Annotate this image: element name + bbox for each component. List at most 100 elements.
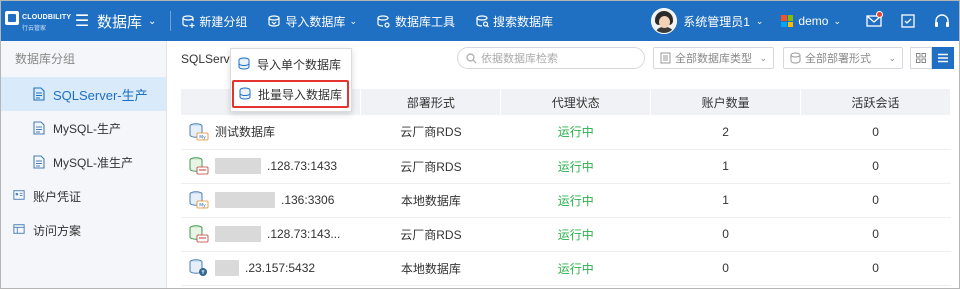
- chevron-down-icon: ⌄: [349, 15, 357, 26]
- deploy-type-select[interactable]: 全部部署形式 ⌄: [783, 47, 903, 69]
- import-dropdown-menu: 导入单个数据库 批量导入数据库: [230, 48, 352, 112]
- db-type-value: 全部数据库类型: [675, 53, 752, 65]
- deploy-type-value: 全部部署形式: [805, 53, 871, 65]
- db-tools-button[interactable]: 数据库工具: [377, 13, 455, 30]
- checklist-icon: [901, 14, 915, 28]
- divider: [170, 11, 172, 31]
- org-name: demo: [798, 14, 829, 28]
- sidebar-item-label: MySQL-生产: [53, 121, 122, 136]
- col-header-deploy[interactable]: 部署形式: [360, 89, 502, 115]
- grid-icon: [916, 53, 926, 63]
- org-switcher[interactable]: demo ⌄: [781, 14, 841, 28]
- status-cell: 运行中: [500, 115, 651, 150]
- logo-subtext: 行云管家: [22, 25, 47, 32]
- accounts-cell: 1: [650, 149, 801, 184]
- table-row[interactable]: My .136:3306 本地数据库 运行中 1 0: [181, 183, 951, 218]
- sidebar-item-label: SQLServer-生产: [53, 87, 148, 103]
- sidebar-item-access-plan[interactable]: 访问方案: [1, 213, 166, 247]
- db-name[interactable]: .128.73:143...: [267, 227, 340, 241]
- deploy-cell: 本地数据库: [360, 183, 501, 218]
- menu-item-label: 导入单个数据库: [257, 57, 342, 72]
- table-row[interactable]: .128.73:1433 云厂商RDS 运行中 1 0: [181, 149, 951, 184]
- col-header-accounts[interactable]: 账户数量: [650, 89, 802, 115]
- file-icon: [33, 121, 45, 135]
- sidebar-item-mysql-prod[interactable]: MySQL-生产: [1, 111, 166, 145]
- messages-button[interactable]: [857, 1, 891, 41]
- notification-dot: [876, 11, 883, 18]
- sidebar: 数据库分组 SQLServer-生产 MySQL-生产 MySQL-准生产 账户…: [1, 41, 167, 288]
- redacted-block: [215, 192, 275, 208]
- logo-icon: [5, 10, 19, 25]
- support-button[interactable]: [925, 1, 959, 41]
- list-icon: [660, 52, 671, 64]
- headset-icon: [935, 13, 949, 27]
- chevron-down-icon: ⌄: [833, 15, 841, 26]
- sessions-cell: 0: [800, 217, 951, 252]
- redacted-block: [215, 226, 261, 242]
- sessions-cell: 0: [800, 115, 951, 150]
- user-name: 系统管理员1: [683, 14, 750, 29]
- grid-view-button[interactable]: [910, 47, 932, 69]
- sidebar-item-mysql-preprod[interactable]: MySQL-准生产: [1, 145, 166, 179]
- sqlserver-db-icon: [189, 157, 209, 175]
- top-right: 系统管理员1 ⌄ demo ⌄: [651, 1, 959, 41]
- user-menu[interactable]: 系统管理员1 ⌄: [651, 8, 763, 34]
- table-row[interactable]: .128.73:143... 云厂商RDS 运行中 0 0: [181, 217, 951, 252]
- sidebar-header: 数据库分组: [15, 52, 76, 66]
- db-tools-label: 数据库工具: [394, 14, 455, 29]
- db-tools-icon: [377, 14, 391, 28]
- search-icon: [466, 52, 477, 63]
- accounts-cell: 0: [650, 217, 801, 252]
- new-group-button[interactable]: 新建分组: [181, 13, 247, 30]
- app-switcher[interactable]: 数据库 ⌄: [97, 11, 156, 32]
- mysql-db-icon: My: [189, 191, 209, 209]
- database-table: 部署形式 代理状态 账户数量 活跃会话 My 测试数据库 云厂商RDS 运行中 …: [181, 89, 951, 286]
- col-header-sessions[interactable]: 活跃会话: [800, 89, 951, 115]
- redacted-block: [215, 260, 239, 276]
- db-type-select[interactable]: 全部数据库类型 ⌄: [653, 47, 774, 69]
- postgres-db-icon: [189, 259, 207, 276]
- deploy-cell: 云厂商RDS: [360, 149, 501, 184]
- accounts-cell: 1: [650, 183, 801, 218]
- deploy-cell: 云厂商RDS: [360, 217, 501, 252]
- credential-icon: [13, 189, 25, 203]
- file-icon: [33, 87, 45, 101]
- search-input[interactable]: 依据数据库检索: [457, 47, 645, 69]
- svg-text:My: My: [199, 203, 206, 209]
- table-row[interactable]: My 测试数据库 云厂商RDS 运行中 2 0: [181, 115, 951, 150]
- db-name[interactable]: .128.73:1433: [267, 159, 337, 173]
- db-name[interactable]: .136:3306: [281, 193, 334, 207]
- logo[interactable]: CLOUDBILITY 行云管家: [1, 1, 71, 41]
- search-db-button[interactable]: 搜索数据库: [475, 13, 553, 30]
- chevron-down-icon: ⌄: [755, 15, 764, 26]
- sidebar-item-label: 访问方案: [33, 223, 82, 238]
- sessions-cell: 0: [800, 149, 951, 184]
- import-single-db-item[interactable]: 导入单个数据库: [231, 49, 351, 79]
- list-view-button[interactable]: [932, 47, 954, 69]
- import-db-button[interactable]: 导入数据库 ⌄: [267, 13, 357, 30]
- accounts-cell: 0: [650, 251, 801, 286]
- menu-item-label: 批量导入数据库: [258, 87, 343, 102]
- chevron-down-icon: ⌄: [759, 52, 767, 63]
- status-cell: 运行中: [500, 183, 651, 218]
- table-row[interactable]: .23.157:5432 本地数据库 运行中 0 0: [181, 251, 951, 286]
- chevron-down-icon: ⌄: [148, 15, 157, 27]
- import-db-label: 导入数据库: [285, 14, 346, 29]
- batch-import-db-item[interactable]: 批量导入数据库: [232, 80, 349, 108]
- database-stack-icon: [239, 87, 251, 100]
- windows-icon: [781, 15, 794, 27]
- new-group-icon: [181, 14, 195, 28]
- sidebar-item-credentials[interactable]: 账户凭证: [1, 179, 166, 213]
- sessions-cell: 0: [800, 183, 951, 218]
- access-plan-icon: [13, 223, 25, 237]
- db-name[interactable]: .23.157:5432: [245, 261, 315, 275]
- db-name[interactable]: 测试数据库: [215, 123, 275, 140]
- sidebar-item-sqlserver-prod[interactable]: SQLServer-生产: [1, 77, 166, 111]
- menu-icon[interactable]: ☰: [71, 11, 93, 31]
- accounts-cell: 2: [650, 115, 801, 150]
- tasks-button[interactable]: [891, 1, 925, 41]
- database-icon: [790, 52, 801, 64]
- database-icon: [238, 57, 250, 70]
- status-cell: 运行中: [500, 217, 651, 252]
- col-header-status[interactable]: 代理状态: [500, 89, 652, 115]
